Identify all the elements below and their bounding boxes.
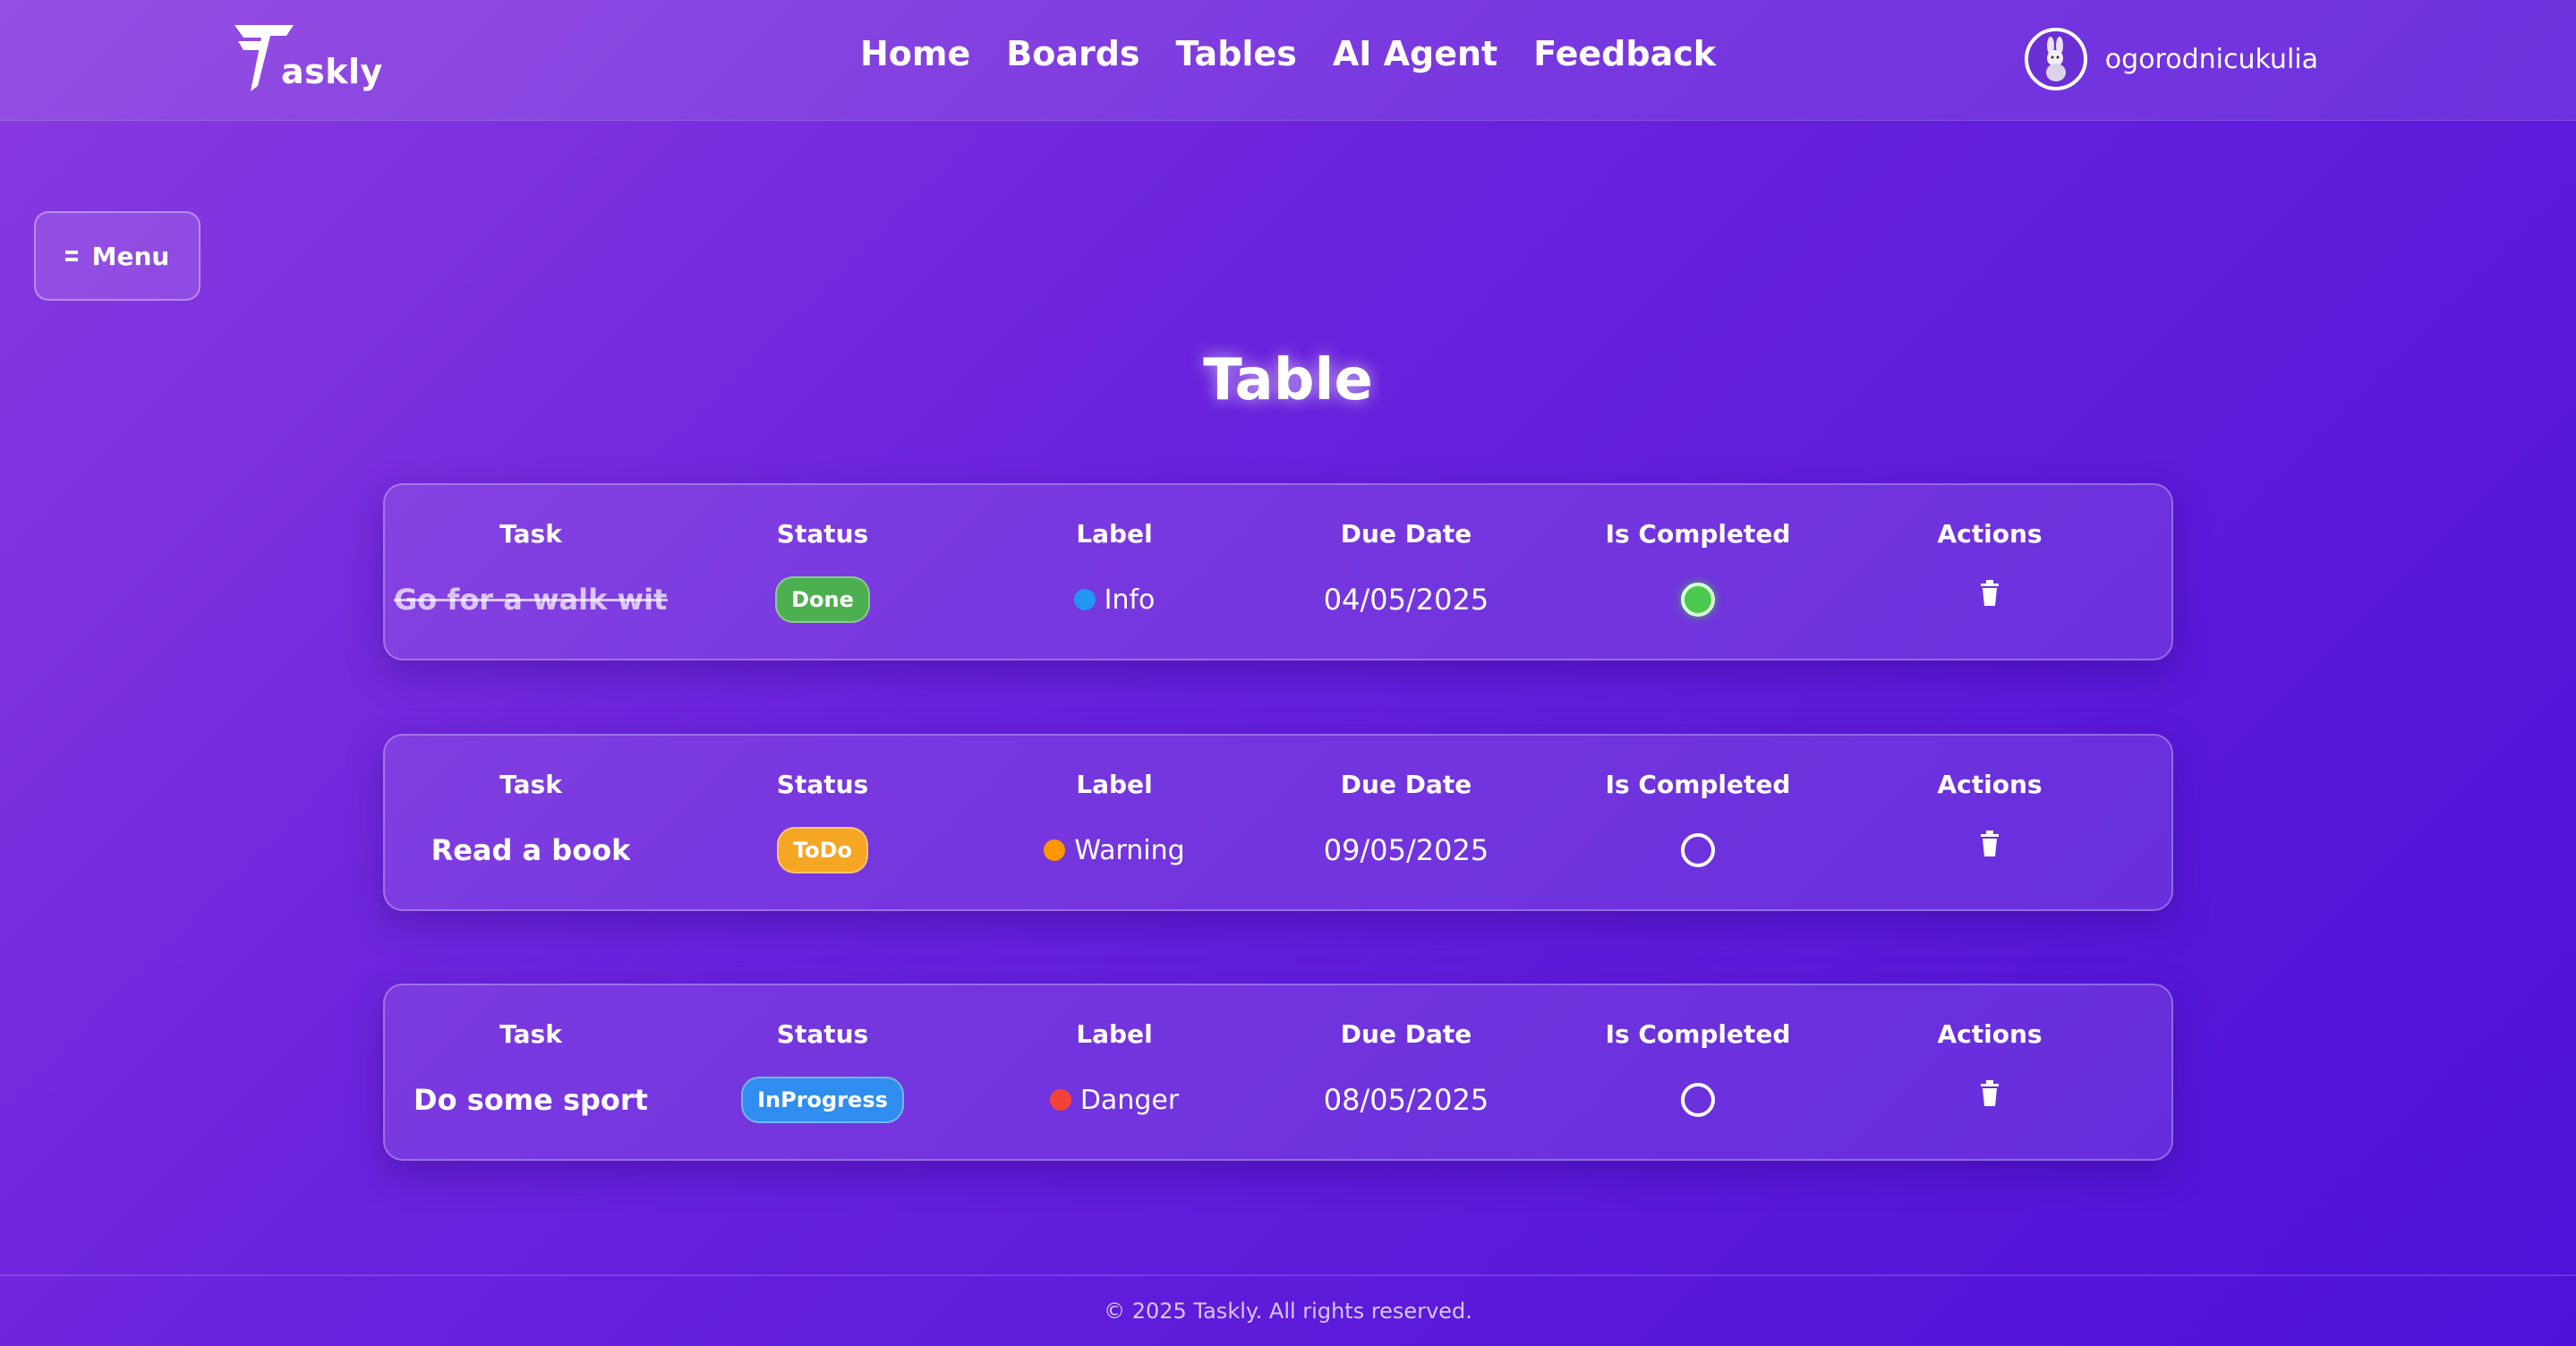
task-title[interactable]: Read a book (431, 833, 631, 867)
header-label: Label (1076, 770, 1153, 799)
due-date-cell: 04/05/2025 (1323, 583, 1489, 617)
menu-label: Menu (91, 241, 170, 271)
nav-feedback[interactable]: Feedback (1533, 34, 1716, 73)
completed-toggle[interactable] (1681, 833, 1715, 867)
completed-cell (1552, 825, 1844, 875)
task-cell: Do some sport (385, 1075, 677, 1125)
username[interactable]: ogorodnicukulia (2105, 44, 2318, 75)
label-text: Info (1104, 584, 1156, 616)
header-status: Status (776, 1019, 869, 1049)
label-cell: Warning (968, 825, 1260, 875)
actions-cell (1844, 1075, 2136, 1125)
label-text: Warning (1074, 834, 1185, 866)
header-due-date: Due Date (1340, 770, 1472, 799)
nav-ai-agent[interactable]: AI Agent (1333, 34, 1497, 73)
header-task: Task (499, 1019, 562, 1049)
header-status: Status (776, 770, 869, 799)
status-cell: InProgress (677, 1075, 968, 1125)
status-badge[interactable]: InProgress (741, 1077, 904, 1123)
completed-cell (1552, 575, 1844, 625)
task-title[interactable]: Do some sport (414, 1083, 648, 1117)
header-due-date: Due Date (1340, 1019, 1472, 1049)
status-badge[interactable]: Done (775, 576, 870, 623)
label-dot-icon (1049, 1089, 1071, 1111)
menu-icon (64, 251, 78, 261)
header-label: Label (1076, 1019, 1153, 1049)
label-text: Danger (1079, 1084, 1180, 1116)
nav-home[interactable]: Home (860, 34, 970, 73)
header-is-completed: Is Completed (1605, 770, 1791, 799)
top-navbar: askly Home Boards Tables AI Agent Feedba… (0, 0, 2576, 121)
label-cell: Danger (968, 1075, 1260, 1125)
header-task: Task (499, 770, 562, 799)
header-actions: Actions (1937, 519, 2043, 549)
due-date-cell: 09/05/2025 (1323, 833, 1489, 867)
header-is-completed: Is Completed (1605, 519, 1791, 549)
header-is-completed: Is Completed (1605, 1019, 1791, 1049)
status-cell: ToDo (677, 825, 968, 875)
actions-cell (1844, 825, 2136, 875)
menu-button[interactable]: Menu (34, 211, 200, 301)
label-dot-icon (1073, 589, 1096, 610)
avatar[interactable] (2024, 28, 2087, 90)
rabbit-icon (2045, 37, 2066, 81)
completed-toggle[interactable] (1681, 1083, 1715, 1117)
completed-cell (1552, 1075, 1844, 1125)
status-cell: Done (677, 575, 968, 625)
label-cell: Info (968, 575, 1260, 625)
user-profile[interactable]: ogorodnicukulia (2024, 25, 2318, 93)
task-title[interactable]: Go for a walk with d (394, 583, 668, 617)
page-title: Table (1203, 347, 1373, 413)
nav-boards[interactable]: Boards (1006, 34, 1139, 73)
header-label: Label (1076, 519, 1153, 549)
footer-text: © 2025 Taskly. All rights reserved. (1104, 1299, 1472, 1324)
header-actions: Actions (1937, 770, 2043, 799)
actions-cell (1844, 575, 2136, 625)
due-date-cell: 08/05/2025 (1323, 1083, 1489, 1117)
trash-icon[interactable] (1979, 1080, 2000, 1107)
task-cell: Go for a walk with d (385, 575, 677, 625)
completed-toggle[interactable] (1681, 583, 1715, 617)
label-dot-icon (1044, 839, 1066, 861)
task-card: Task Status Label Due Date Is Completed … (383, 483, 2173, 660)
header-task: Task (499, 519, 562, 549)
nav-tables[interactable]: Tables (1176, 34, 1297, 73)
status-badge[interactable]: ToDo (776, 827, 869, 873)
trash-icon[interactable] (1979, 580, 2000, 607)
task-card: Task Status Label Due Date Is Completed … (383, 734, 2173, 911)
header-actions: Actions (1937, 1019, 2043, 1049)
task-cell: Read a book (385, 825, 677, 875)
header-due-date: Due Date (1340, 519, 1472, 549)
task-card: Task Status Label Due Date Is Completed … (383, 984, 2173, 1161)
trash-icon[interactable] (1979, 831, 2000, 857)
footer: © 2025 Taskly. All rights reserved. (0, 1274, 2576, 1346)
header-status: Status (776, 519, 869, 549)
